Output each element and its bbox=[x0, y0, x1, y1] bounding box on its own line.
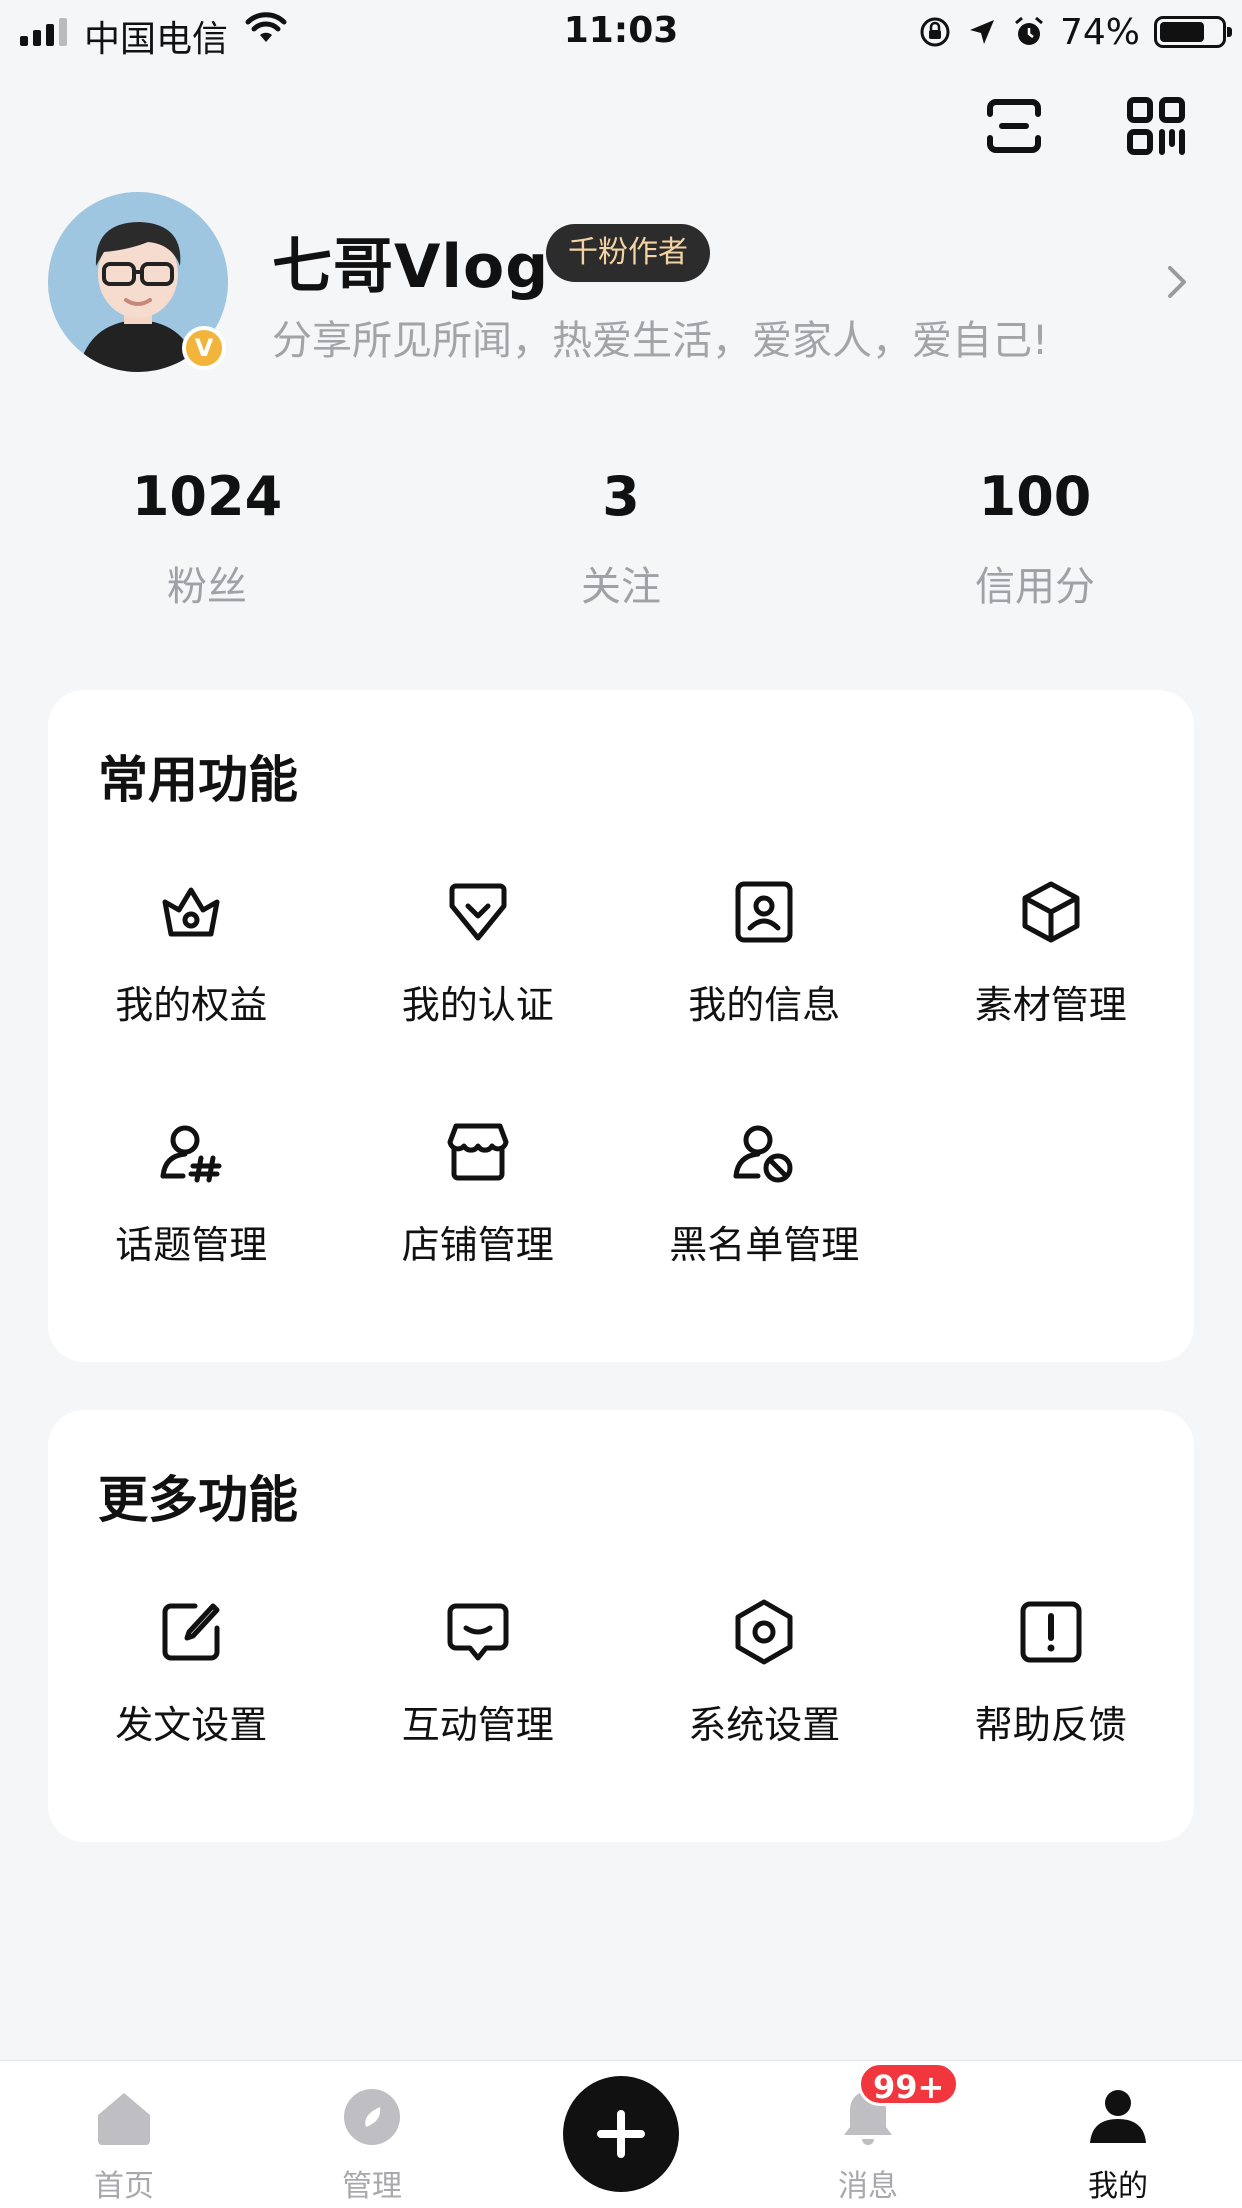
profile-bio: 分享所见所闻，热爱生活，爱家人，爱自己! bbox=[272, 318, 1049, 364]
common-functions-card: 常用功能 我的权益 我的认证 我的信息 素材管理 话题管理 店铺管理 黑名单管理 bbox=[48, 690, 1194, 1362]
function-store-management[interactable]: 店铺管理 bbox=[335, 1116, 622, 1356]
location-icon bbox=[969, 20, 994, 44]
stat-credit-score[interactable]: 100 信用分 bbox=[828, 462, 1242, 612]
battery-icon bbox=[1154, 16, 1232, 48]
profile-card-icon bbox=[735, 881, 793, 943]
stat-value: 3 bbox=[602, 465, 640, 528]
battery-percent: 74% bbox=[1059, 11, 1140, 53]
function-label: 系统设置 bbox=[688, 1703, 841, 1747]
chevron-right-icon[interactable] bbox=[1162, 262, 1192, 302]
function-my-info[interactable]: 我的信息 bbox=[621, 876, 908, 1116]
home-icon bbox=[98, 2093, 150, 2145]
author-tag: 千粉作者 bbox=[546, 224, 710, 282]
function-label: 我的权益 bbox=[115, 983, 268, 1027]
function-help-feedback[interactable]: 帮助反馈 bbox=[908, 1596, 1195, 1836]
function-topic-management[interactable]: 话题管理 bbox=[48, 1116, 335, 1356]
function-label: 话题管理 bbox=[115, 1223, 268, 1267]
profile-name: 七哥Vlog bbox=[272, 232, 550, 302]
function-system-settings[interactable]: 系统设置 bbox=[621, 1596, 908, 1836]
section-title: 常用功能 bbox=[98, 751, 298, 809]
stat-following[interactable]: 3 关注 bbox=[414, 462, 828, 612]
orientation-lock-icon bbox=[920, 17, 950, 47]
crown-icon bbox=[162, 887, 220, 937]
function-label: 黑名单管理 bbox=[669, 1223, 860, 1267]
alarm-icon bbox=[1015, 16, 1043, 45]
more-functions-card: 更多功能 发文设置 互动管理 系统设置 帮助反馈 bbox=[48, 1410, 1194, 1842]
block-user-icon bbox=[733, 1125, 793, 1183]
qr-code-icon[interactable] bbox=[1124, 94, 1188, 158]
section-title: 更多功能 bbox=[98, 1471, 298, 1529]
stat-value: 1024 bbox=[131, 465, 283, 528]
message-icon bbox=[447, 1603, 509, 1661]
tab-label: 首页 bbox=[94, 2169, 154, 2204]
function-label: 店铺管理 bbox=[401, 1223, 554, 1267]
store-icon bbox=[447, 1123, 509, 1181]
user-icon bbox=[1090, 2090, 1146, 2143]
verified-badge: V bbox=[182, 326, 226, 370]
status-bar: 中国电信 11:03 74% bbox=[0, 0, 1242, 62]
function-label: 我的信息 bbox=[688, 983, 841, 1027]
settings-icon bbox=[735, 1599, 793, 1665]
messages-badge: 99+ bbox=[858, 2062, 960, 2106]
help-feedback-icon bbox=[1020, 1601, 1082, 1663]
function-interaction-management[interactable]: 互动管理 bbox=[335, 1596, 622, 1836]
stat-label: 粉丝 bbox=[167, 564, 247, 610]
function-post-settings[interactable]: 发文设置 bbox=[48, 1596, 335, 1836]
publish-button[interactable] bbox=[563, 2076, 679, 2192]
tab-label: 管理 bbox=[342, 2169, 402, 2204]
verified-shield-icon bbox=[449, 883, 507, 941]
tab-label: 消息 bbox=[838, 2169, 898, 2204]
tab-manage[interactable]: 管理 bbox=[302, 2085, 442, 2205]
function-label: 素材管理 bbox=[974, 983, 1127, 1027]
edit-icon bbox=[162, 1603, 220, 1661]
function-my-verification[interactable]: 我的认证 bbox=[335, 876, 622, 1116]
function-label: 互动管理 bbox=[401, 1703, 554, 1747]
function-label: 发文设置 bbox=[115, 1703, 268, 1747]
stat-fans[interactable]: 1024 粉丝 bbox=[0, 462, 414, 612]
function-label: 我的认证 bbox=[401, 983, 554, 1027]
tab-label: 我的 bbox=[1088, 2169, 1148, 2204]
function-my-benefits[interactable]: 我的权益 bbox=[48, 876, 335, 1116]
cube-icon bbox=[1022, 881, 1080, 943]
stat-label: 关注 bbox=[581, 564, 661, 610]
compass-icon bbox=[344, 2089, 400, 2145]
function-blacklist-management[interactable]: 黑名单管理 bbox=[621, 1116, 908, 1356]
topic-icon bbox=[160, 1125, 222, 1183]
stat-value: 100 bbox=[978, 465, 1092, 528]
function-label: 帮助反馈 bbox=[974, 1703, 1127, 1747]
tab-me[interactable]: 我的 bbox=[1048, 2085, 1188, 2205]
stat-label: 信用分 bbox=[975, 564, 1095, 610]
profile-stats: 1024 粉丝 3 关注 100 信用分 bbox=[0, 462, 1242, 612]
tab-home[interactable]: 首页 bbox=[54, 2085, 194, 2205]
plus-icon bbox=[597, 2110, 645, 2158]
scan-icon[interactable] bbox=[982, 94, 1046, 158]
function-material-management[interactable]: 素材管理 bbox=[908, 876, 1195, 1116]
